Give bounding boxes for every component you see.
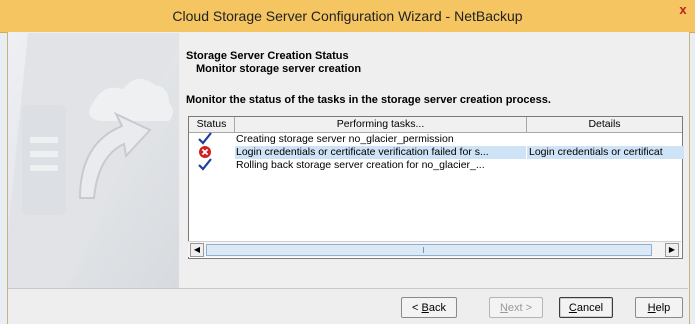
- horizontal-scrollbar[interactable]: ◀ ▶: [188, 241, 681, 257]
- column-header-status[interactable]: Status: [189, 117, 235, 132]
- task-status-table[interactable]: Status Performing tasks... Details Creat…: [188, 116, 684, 259]
- page-title: Storage Server Creation Status: [186, 50, 349, 62]
- column-header-tasks[interactable]: Performing tasks...: [235, 117, 527, 132]
- scroll-left-icon[interactable]: ◀: [190, 243, 204, 257]
- cancel-button[interactable]: Cancel: [559, 297, 613, 318]
- detail-text: [527, 133, 684, 146]
- help-button[interactable]: Help: [635, 297, 683, 318]
- checkmark-icon: [198, 158, 212, 172]
- back-button[interactable]: < Back: [401, 297, 457, 318]
- checkmark-icon: [198, 132, 212, 146]
- scroll-thumb[interactable]: [206, 244, 652, 256]
- detail-text: Login credentials or certificat: [527, 146, 684, 159]
- scroll-right-icon[interactable]: ▶: [665, 243, 679, 257]
- error-icon: [198, 145, 212, 159]
- next-button[interactable]: Next >: [489, 297, 543, 318]
- table-row-selected[interactable]: Login credentials or certificate verific…: [189, 145, 684, 159]
- column-header-details[interactable]: Details: [527, 117, 682, 132]
- footer-divider: [8, 288, 688, 289]
- task-text: Login credentials or certificate verific…: [235, 146, 526, 159]
- close-icon[interactable]: x: [675, 3, 691, 19]
- table-row[interactable]: Creating storage server no_glacier_permi…: [189, 132, 684, 146]
- task-text: Creating storage server no_glacier_permi…: [236, 133, 454, 145]
- wizard-side-graphic: [8, 33, 179, 288]
- table-row[interactable]: Rolling back storage server creation for…: [189, 158, 684, 172]
- page-description: Monitor the status of the tasks in the s…: [186, 94, 551, 106]
- page-subtitle: Monitor storage server creation: [196, 63, 362, 75]
- window-title: Cloud Storage Server Configuration Wizar…: [172, 8, 523, 24]
- server-upload-illustration: [8, 33, 179, 288]
- table-header: Status Performing tasks... Details: [189, 117, 682, 133]
- title-bar: Cloud Storage Server Configuration Wizar…: [0, 0, 695, 33]
- task-text: Rolling back storage server creation for…: [236, 159, 485, 171]
- detail-text: [527, 159, 684, 172]
